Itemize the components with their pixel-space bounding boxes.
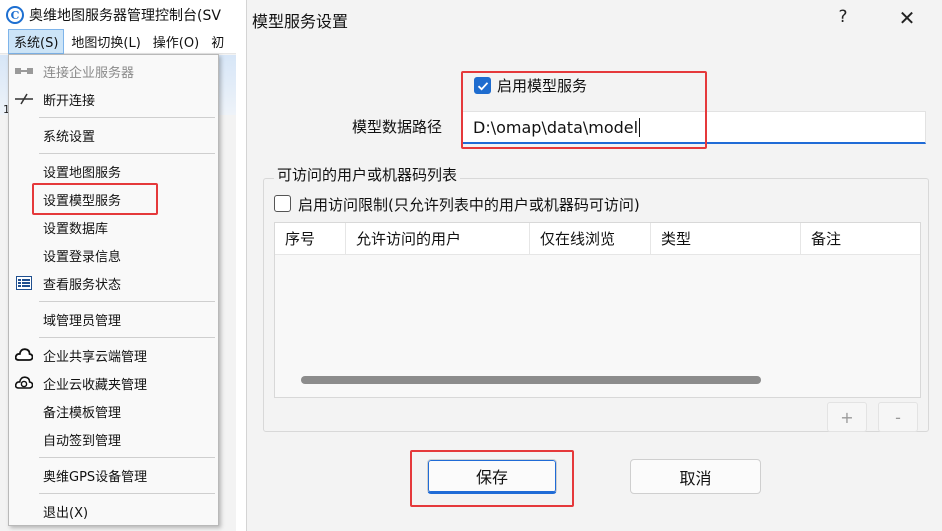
remove-row-button[interactable]: - (878, 402, 918, 432)
column-header-online-only[interactable]: 仅在线浏览 (530, 223, 651, 254)
connect-icon (15, 63, 33, 79)
model-service-dialog: 模型服务设置 ? ✕ 启用模型服务 模型数据路径 D:\omap\data\mo… (246, 0, 942, 531)
checkmark-icon (477, 81, 488, 90)
help-button[interactable]: ? (830, 4, 856, 30)
menu-item-cloud-share[interactable]: 企业共享云端管理 (9, 342, 218, 368)
add-row-button[interactable]: + (827, 402, 867, 432)
menu-item-label: 域管理员管理 (43, 313, 122, 329)
column-header-index[interactable]: 序号 (275, 223, 346, 254)
menu-item-auto-checkin[interactable]: 自动签到管理 (9, 426, 218, 452)
access-list-group-title: 可访问的用户或机器码列表 (274, 164, 461, 185)
menu-separator (39, 337, 215, 338)
menu-separator (39, 493, 215, 494)
enable-access-restriction-checkbox[interactable] (274, 195, 291, 212)
menu-item-cloud-favorites[interactable]: 企业云收藏夹管理 (9, 370, 218, 396)
enable-access-restriction-label: 启用访问限制(只允许列表中的用户或机器码可访问) (298, 196, 640, 214)
menu-map-switch[interactable]: 地图切换(L) (66, 30, 145, 53)
model-path-value: D:\omap\data\model (473, 117, 639, 137)
menu-item-label: 设置地图服务 (43, 165, 122, 181)
menu-item-label: 企业云收藏夹管理 (43, 377, 148, 393)
cloud-sync-icon (15, 375, 33, 391)
app-menubar: 系统(S) 地图切换(L) 操作(O) 初 (0, 29, 236, 54)
app-title: 奥维地图服务器管理控制台(SV (29, 8, 221, 24)
menu-item-label: 备注模板管理 (43, 405, 122, 421)
menu-separator (39, 301, 215, 302)
save-button[interactable]: 保存 (427, 459, 557, 494)
model-path-input[interactable]: D:\omap\data\model (462, 111, 926, 144)
menu-item-model-service[interactable]: 设置模型服务 (9, 186, 218, 212)
dialog-title: 模型服务设置 (252, 12, 349, 31)
menu-item-gps-device[interactable]: 奥维GPS设备管理 (9, 462, 218, 488)
menu-item-disconnect[interactable]: 断开连接 (9, 86, 218, 112)
menu-item-label: 退出(X) (43, 505, 89, 521)
menu-item-label: 查看服务状态 (43, 277, 122, 293)
menu-separator (39, 153, 215, 154)
app-logo-icon: C (6, 6, 24, 24)
menu-operation[interactable]: 操作(O) (148, 30, 204, 53)
text-caret (639, 117, 641, 137)
menu-item-label: 设置数据库 (43, 221, 109, 237)
menu-item-label: 设置登录信息 (43, 249, 122, 265)
menu-item-label: 连接企业服务器 (43, 65, 135, 81)
cloud-icon (15, 347, 33, 363)
menu-item-map-service[interactable]: 设置地图服务 (9, 158, 218, 184)
menu-item-label: 系统设置 (43, 129, 96, 145)
column-header-allowed-user[interactable]: 允许访问的用户 (346, 223, 530, 254)
menu-item-login-info[interactable]: 设置登录信息 (9, 242, 218, 268)
menu-item-connect-server[interactable]: 连接企业服务器 (9, 58, 218, 84)
menu-separator (39, 457, 215, 458)
menu-view-truncated[interactable]: 初 (206, 30, 229, 53)
model-path-label: 模型数据路径 (352, 118, 443, 136)
main-app-window: C 奥维地图服务器管理控制台(SV 系统(S) 地图切换(L) 操作(O) 初 … (0, 0, 236, 531)
menu-system[interactable]: 系统(S) (8, 29, 65, 54)
menu-item-label: 断开连接 (43, 93, 96, 109)
close-button[interactable]: ✕ (893, 4, 921, 32)
system-menu-dropdown: 连接企业服务器 断开连接 系统设置 设置地图服务 设置模型服务 设置数据库 设置… (8, 54, 219, 526)
menu-item-note-template[interactable]: 备注模板管理 (9, 398, 218, 424)
app-titlebar: C 奥维地图服务器管理控制台(SV (0, 0, 236, 30)
column-header-type[interactable]: 类型 (651, 223, 801, 254)
menu-item-exit[interactable]: 退出(X) (9, 498, 218, 524)
menu-item-domain-admin[interactable]: 域管理员管理 (9, 306, 218, 332)
menu-item-label: 设置模型服务 (43, 193, 122, 209)
horizontal-scrollbar[interactable] (301, 376, 761, 384)
cancel-button[interactable]: 取消 (630, 459, 761, 494)
menu-item-label: 企业共享云端管理 (43, 349, 148, 365)
menu-item-system-settings[interactable]: 系统设置 (9, 122, 218, 148)
menu-item-service-status[interactable]: 查看服务状态 (9, 270, 218, 296)
menu-item-database[interactable]: 设置数据库 (9, 214, 218, 240)
disconnect-icon (15, 91, 33, 107)
enable-model-service-label: 启用模型服务 (497, 77, 588, 95)
menu-item-label: 自动签到管理 (43, 433, 122, 449)
enable-model-service-checkbox[interactable] (474, 77, 491, 94)
column-header-note[interactable]: 备注 (801, 223, 920, 254)
menu-item-label: 奥维GPS设备管理 (43, 469, 148, 485)
list-icon (15, 275, 33, 291)
access-list-table: 序号 允许访问的用户 仅在线浏览 类型 备注 (274, 222, 921, 398)
table-header: 序号 允许访问的用户 仅在线浏览 类型 备注 (275, 223, 920, 255)
menu-separator (39, 117, 215, 118)
